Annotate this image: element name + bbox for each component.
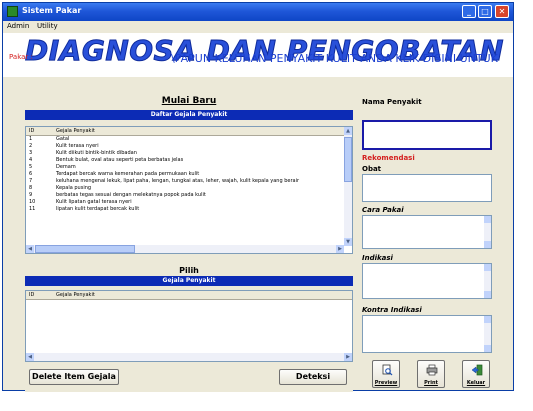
selected-scroll-right-icon[interactable]: ▶ <box>344 353 352 361</box>
selected-column-id: ID <box>29 292 35 298</box>
list-rows: 1 Gatal 2 Kulit terasa nyeri 3 Kulit diikuti … <box>26 136 352 213</box>
scroll-right-icon[interactable]: ▶ <box>336 245 344 253</box>
menu-bar: Admin Utility <box>3 21 513 32</box>
scroll-thumb[interactable] <box>344 137 352 182</box>
list-item[interactable]: 2 Kulit terasa nyeri <box>26 143 352 150</box>
nama-penyakit-label: Nama Penyakit <box>362 98 422 106</box>
list-item-id: 9 <box>29 192 33 198</box>
scroll-up-icon[interactable]: ▲ <box>344 127 352 135</box>
list-item-id: 5 <box>29 164 33 170</box>
list-item[interactable]: 3 Kulit diikuti bintik-bintik dibadan <box>26 150 352 157</box>
cara-pakai-scrollbar[interactable] <box>484 216 491 248</box>
selected-list-header: ID Gejala Penyakit <box>26 291 352 300</box>
close-button[interactable]: ✕ <box>495 5 509 18</box>
maximize-button[interactable]: □ <box>478 5 492 18</box>
menu-utility[interactable]: Utility <box>37 22 58 30</box>
list-item-id: 8 <box>29 185 33 191</box>
left-panel: Mulai Baru Daftar Gejala Penyakit ID Gej… <box>25 94 353 392</box>
marquee-link[interactable]: \PAPUN KELUHAN PENYAKIT KULIT ANDA KLIK … <box>171 52 498 65</box>
list-item-id: 1 <box>29 136 33 142</box>
list-item-id: 3 <box>29 150 33 156</box>
title-bar: Sistem Pakar _ □ ✕ <box>3 3 513 21</box>
keluar-button[interactable]: Keluar <box>462 360 490 388</box>
preview-icon <box>382 364 393 376</box>
scroll-left-icon[interactable]: ◀ <box>26 245 34 253</box>
horizontal-scrollbar[interactable]: ◀ ▶ <box>26 245 344 253</box>
list-item[interactable]: 9 berbatas tegas sesuai dengan melekatnya… <box>26 192 352 199</box>
list-item[interactable]: 1 Gatal <box>26 136 352 143</box>
list-item-id: 10 <box>29 199 36 205</box>
list-item[interactable]: 10 Kulit lipatan gatal terasa nyeri <box>26 199 352 206</box>
list-item-gejala: Kulit lipatan gatal terasa nyeri <box>56 199 132 205</box>
obat-field[interactable] <box>362 174 492 202</box>
list-item[interactable]: 8 Kepala pusing <box>26 185 352 192</box>
menu-admin[interactable]: Admin <box>7 22 29 30</box>
kontra-indikasi-field[interactable] <box>362 315 492 353</box>
daftar-gejala-header: Daftar Gejala Penyakit <box>25 110 353 120</box>
right-panel: Nama Penyakit Rekomendasi Obat Cara Paka… <box>360 94 506 392</box>
rekomendasi-label: Rekomendasi <box>362 154 415 162</box>
cara-pakai-label: Cara Pakai <box>362 206 404 214</box>
list-item-gejala: Demam <box>56 164 76 170</box>
list-item-gejala: Kulit terasa nyeri <box>56 143 99 149</box>
list-item-id: 2 <box>29 143 33 149</box>
list-item-gejala: Kulit diikuti bintik-bintik dibadan <box>56 150 137 156</box>
minimize-button[interactable]: _ <box>462 5 476 18</box>
exit-icon <box>471 364 483 376</box>
list-item[interactable]: 4 Bentuk bulat, oval atau seperti peta be… <box>26 157 352 164</box>
gejala-list[interactable]: ID Gejala Penyakit 1 Gatal 2 Kulit terasa n… <box>25 126 353 254</box>
deteksi-button[interactable]: Deteksi <box>279 369 347 385</box>
preview-label: Preview <box>374 380 398 386</box>
list-item[interactable]: 6 Terdapat bercak warna kemerahan pada pe… <box>26 171 352 178</box>
kontra-indikasi-label: Kontra Indikasi <box>362 306 422 314</box>
selected-scroll-left-icon[interactable]: ◀ <box>26 353 34 361</box>
vertical-scrollbar[interactable]: ▲ ▼ <box>344 127 352 246</box>
list-item-gejala: lipatan kulit terdapat bercak kulit <box>56 206 140 212</box>
list-item-gejala: Terdapat bercak warna kemerahan pada per… <box>56 171 200 177</box>
mulai-baru-button[interactable]: Mulai Baru <box>25 96 353 106</box>
list-item-gejala: berbatas tegas sesuai dengan melekatnya … <box>56 192 206 198</box>
list-item-id: 7 <box>29 178 33 184</box>
selected-column-gejala: Gejala Penyakit <box>56 292 95 298</box>
delete-item-button[interactable]: Delete Item Gejala <box>29 369 119 385</box>
selected-gejala-list[interactable]: ID Gejala Penyakit ◀ ▶ <box>25 290 353 362</box>
nama-penyakit-field[interactable] <box>362 120 492 150</box>
keluar-label: Keluar <box>466 380 486 386</box>
scroll-down-icon[interactable]: ▼ <box>344 238 352 246</box>
cara-pakai-field[interactable] <box>362 215 492 249</box>
obat-label: Obat <box>362 165 382 173</box>
column-gejala: Gejala Penyakit <box>56 128 95 134</box>
column-id: ID <box>29 128 35 134</box>
list-header: ID Gejala Penyakit <box>26 127 352 136</box>
indikasi-label: Indikasi <box>362 254 393 262</box>
selected-horizontal-scrollbar[interactable]: ◀ ▶ <box>26 353 352 361</box>
pilih-title: Pilih <box>179 266 199 275</box>
pilih-gejala-header: Gejala Penyakit <box>25 276 353 286</box>
list-item[interactable]: 11 lipatan kulit terdapat bercak kulit <box>26 206 352 213</box>
list-item-gejala: Kepala pusing <box>56 185 92 191</box>
indikasi-field[interactable] <box>362 263 492 299</box>
list-item-id: 4 <box>29 157 33 163</box>
indikasi-scrollbar[interactable] <box>484 264 491 298</box>
window-title: Sistem Pakar <box>22 6 82 15</box>
list-item-gejala: Bentuk bulat, oval atau seperti peta ber… <box>56 157 184 163</box>
list-item[interactable]: 5 Demam <box>26 164 352 171</box>
printer-icon <box>426 364 438 376</box>
hscroll-thumb[interactable] <box>35 245 135 253</box>
list-item-gejala: keluhana mengenai lekuk, lipat paha, len… <box>56 178 300 184</box>
print-label: Print <box>424 380 438 386</box>
app-icon <box>7 6 18 17</box>
kontra-indikasi-scrollbar[interactable] <box>484 316 491 352</box>
list-item-gejala: Gatal <box>56 136 70 142</box>
list-item-id: 11 <box>29 206 36 212</box>
preview-button[interactable]: Preview <box>372 360 400 388</box>
pakar-label: Pakar : <box>9 53 33 61</box>
list-item[interactable]: 7 keluhana mengenai lekuk, lipat paha, le… <box>26 178 352 185</box>
print-button[interactable]: Print <box>417 360 445 388</box>
list-item-id: 6 <box>29 171 33 177</box>
